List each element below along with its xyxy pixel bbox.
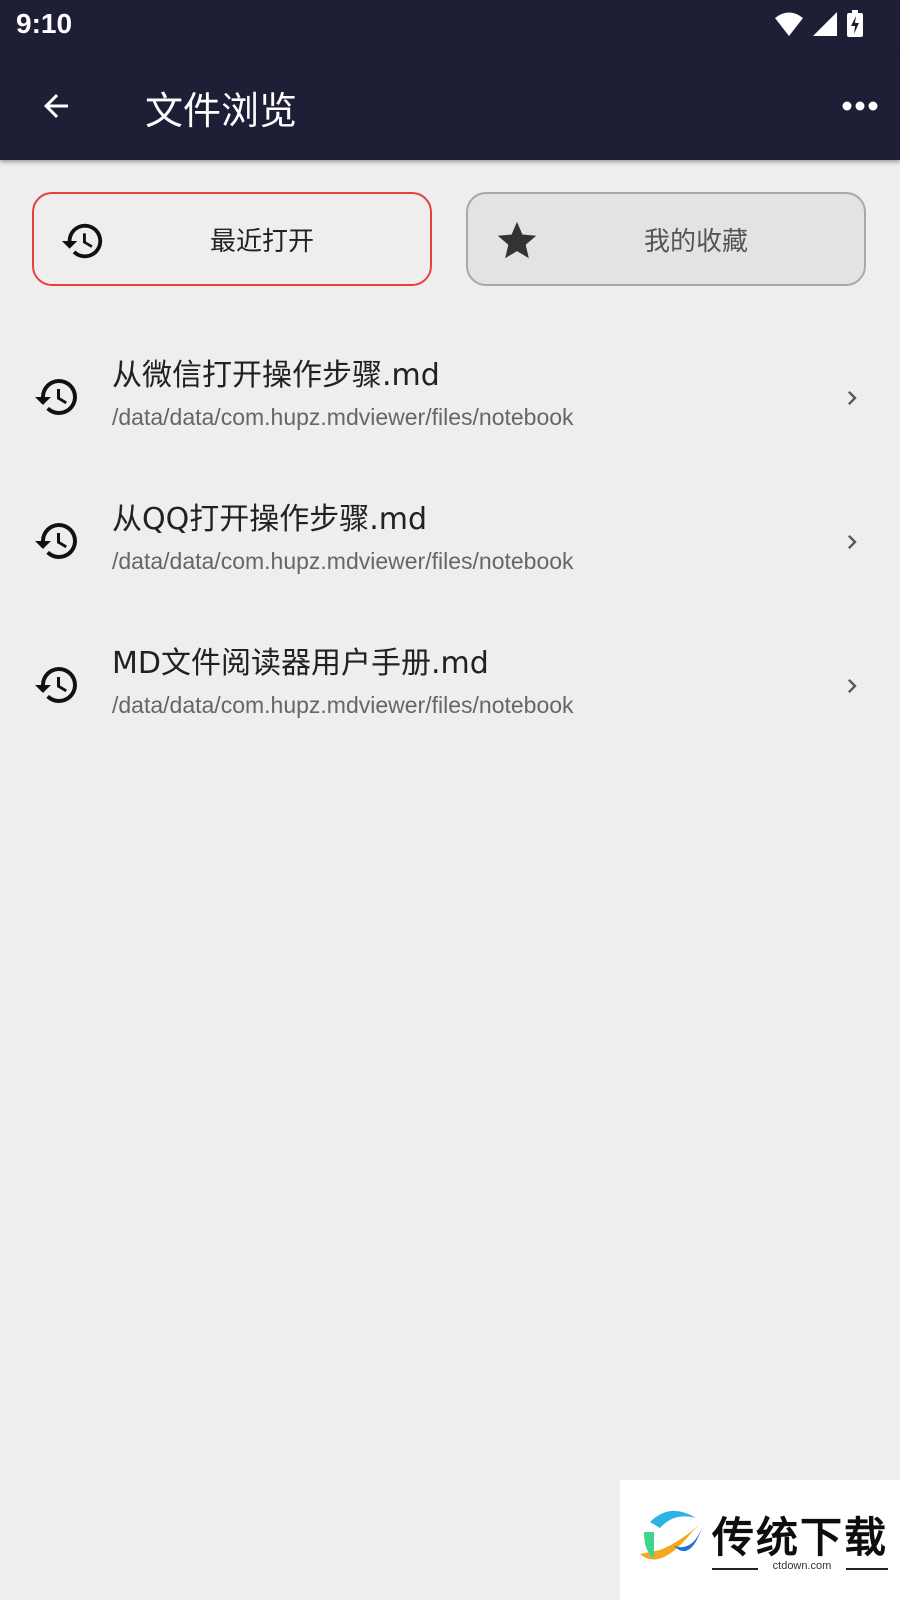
watermark-text: 传统下载 [712, 1513, 889, 1562]
more-options-button[interactable] [834, 80, 886, 132]
back-button[interactable] [30, 80, 82, 132]
watermark-subtext: ctdown.com [772, 1560, 832, 1572]
tab-favorites[interactable]: 我的收藏 [466, 192, 866, 286]
history-icon [35, 379, 77, 415]
list-item[interactable]: 从微信打开操作步骤.md /data/data/com.hupz.mdviewe… [0, 326, 900, 470]
history-icon [35, 523, 77, 559]
tab-recent[interactable]: 最近打开 [32, 192, 432, 286]
status-bar: 9:10 [0, 0, 900, 50]
status-time: 9:10 [16, 8, 73, 39]
file-name: 从微信打开操作步骤.md [112, 358, 440, 393]
list-item[interactable]: MD文件阅读器用户手册.md /data/data/com.hupz.mdvie… [0, 614, 900, 758]
watermark: 传统下载 ctdown.com [620, 1480, 900, 1600]
tab-favorites-label: 我的收藏 [643, 226, 748, 257]
chevron-right-icon [848, 391, 857, 405]
watermark-divider [712, 1568, 758, 1570]
list-item[interactable]: 从QQ打开操作步骤.md /data/data/com.hupz.mdviewe… [0, 470, 900, 614]
signal-icon [813, 12, 837, 36]
file-list: 从微信打开操作步骤.md /data/data/com.hupz.mdviewe… [0, 326, 900, 758]
wifi-icon [775, 12, 803, 36]
watermark-logo-icon [640, 1510, 702, 1560]
file-path: /data/data/com.hupz.mdviewer/files/noteb… [112, 692, 574, 718]
watermark-divider [846, 1568, 888, 1570]
file-name: MD文件阅读器用户手册.md [112, 646, 489, 681]
file-path: /data/data/com.hupz.mdviewer/files/noteb… [112, 404, 574, 430]
chevron-right-icon [848, 535, 857, 549]
chevron-right-icon [848, 679, 857, 693]
arrow-back-icon [44, 94, 68, 118]
history-icon [35, 667, 77, 703]
app-bar: 文件浏览 [0, 50, 900, 160]
file-path: /data/data/com.hupz.mdviewer/files/noteb… [112, 548, 574, 574]
page-title: 文件浏览 [145, 89, 298, 133]
file-name: 从QQ打开操作步骤.md [112, 502, 428, 537]
tab-recent-label: 最近打开 [209, 226, 314, 257]
more-horiz-icon [842, 101, 878, 111]
status-icons [774, 10, 864, 38]
battery-charging-icon [847, 10, 863, 37]
